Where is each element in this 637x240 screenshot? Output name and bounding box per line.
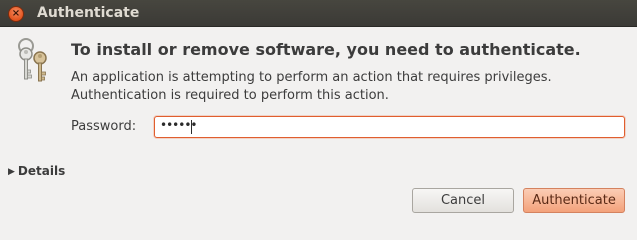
- dialog-heading: To install or remove software, you need …: [71, 40, 581, 59]
- close-icon: ×: [11, 8, 21, 19]
- password-input[interactable]: ••••••: [154, 116, 625, 138]
- title-bar: × Authenticate: [0, 0, 637, 27]
- keys-icon: [18, 38, 47, 82]
- description-line-1: An application is attempting to perform …: [71, 70, 552, 85]
- password-label: Password:: [71, 119, 137, 134]
- cancel-button[interactable]: Cancel: [412, 188, 514, 213]
- description-line-2: Authentication is required to perform th…: [71, 88, 389, 103]
- authenticate-button[interactable]: Authenticate: [523, 188, 625, 213]
- details-label: Details: [17, 164, 66, 178]
- dialog-description: An application is attempting to perform …: [71, 69, 552, 105]
- authenticate-dialog: × Authenticate To install or remove soft…: [0, 0, 637, 227]
- details-expander[interactable]: ▶ Details: [8, 164, 65, 178]
- window-title: Authenticate: [37, 5, 140, 21]
- text-caret: [191, 120, 192, 134]
- expander-arrow-icon: ▶: [8, 167, 15, 177]
- close-window-button[interactable]: ×: [8, 6, 24, 22]
